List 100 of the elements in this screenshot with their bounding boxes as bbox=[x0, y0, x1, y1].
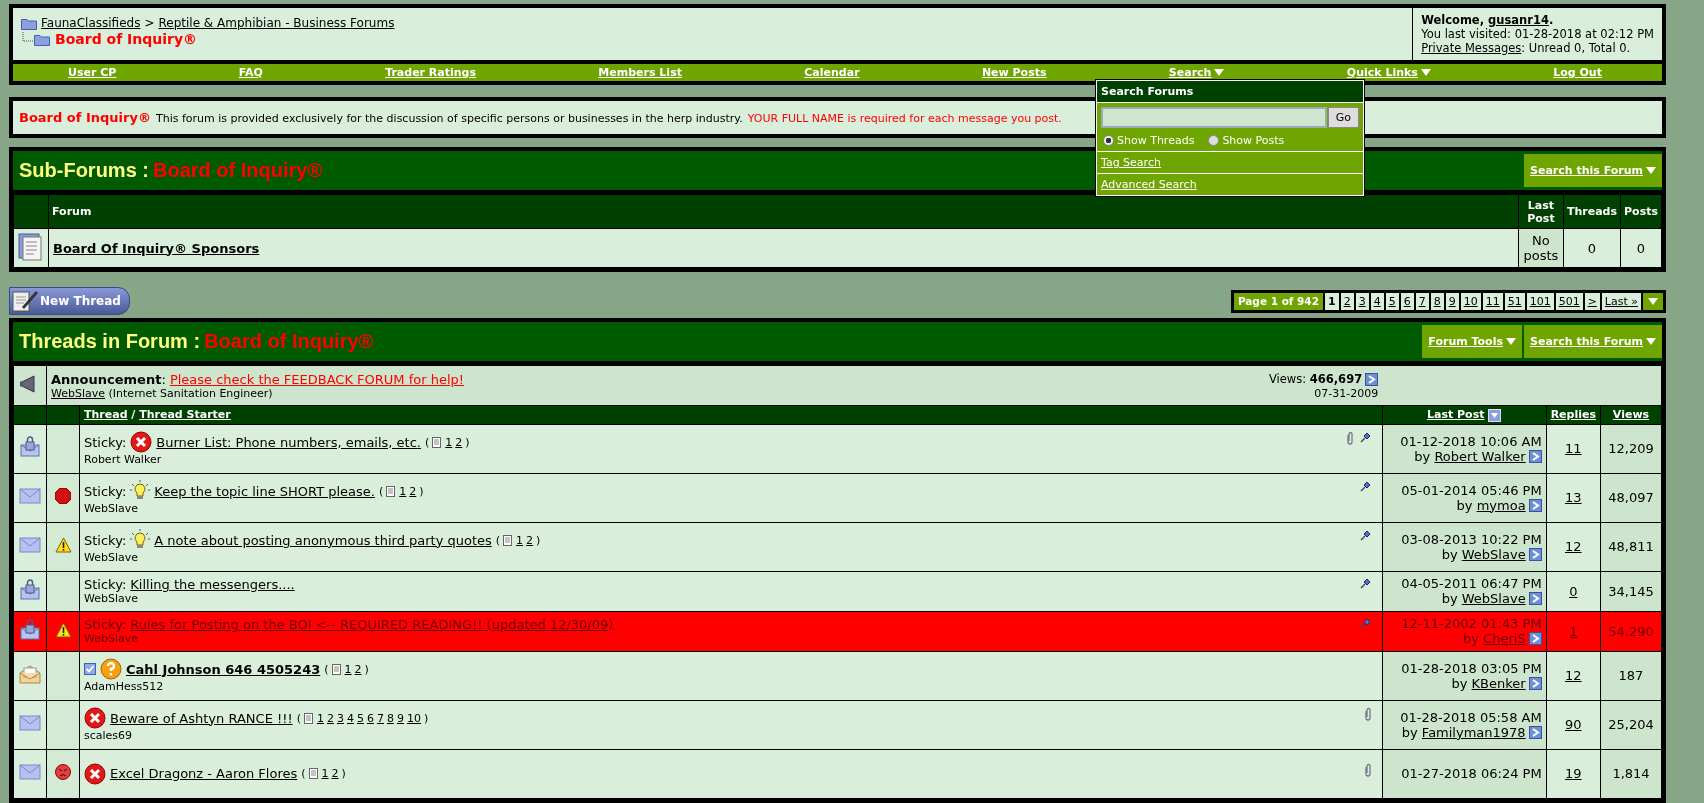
last-post-author: by Robert Walker bbox=[1414, 448, 1526, 464]
go-to-post-icon[interactable] bbox=[1528, 498, 1542, 512]
go-to-post-icon[interactable] bbox=[1528, 676, 1542, 690]
thread-page-link[interactable]: 2 bbox=[526, 533, 534, 547]
page-link[interactable]: > bbox=[1584, 292, 1600, 310]
user-link[interactable]: Familyman1978 bbox=[1421, 724, 1526, 740]
last-post-date: 01-12-2018 10:06 AM bbox=[1399, 433, 1542, 449]
thread-page-link[interactable]: 2 bbox=[455, 435, 463, 449]
breadcrumb-link[interactable]: Reptile & Amphibian - Business Forums bbox=[158, 16, 395, 30]
page-link[interactable]: 9 bbox=[1445, 292, 1459, 310]
thread-page-link[interactable]: 1 bbox=[445, 435, 453, 449]
page-link[interactable]: 1 bbox=[1325, 292, 1339, 310]
sticky-label: Sticky: bbox=[84, 483, 127, 499]
page-link[interactable]: 7 bbox=[1415, 292, 1429, 310]
sort-link[interactable]: Thread Starter bbox=[139, 408, 231, 422]
subforum-link[interactable]: Board Of Inquiry® Sponsors bbox=[53, 240, 260, 256]
username-link[interactable]: gusanr14 bbox=[1488, 13, 1549, 27]
go-to-post-icon[interactable] bbox=[1528, 592, 1542, 605]
thread-title-link[interactable]: Beware of Ashtyn RANCE !!! bbox=[110, 710, 293, 726]
go-to-post-icon[interactable] bbox=[1528, 725, 1542, 739]
thread-starter: WebSlave bbox=[84, 632, 140, 645]
page-menu-button[interactable] bbox=[1643, 292, 1663, 310]
breadcrumb-link[interactable]: FaunaClassifieds bbox=[41, 16, 141, 30]
thread-title-link[interactable]: Keep the topic line SHORT please. bbox=[154, 483, 375, 499]
table-cell: 0 bbox=[1620, 228, 1662, 268]
thread-page-link[interactable]: 1 bbox=[344, 662, 352, 676]
go-to-post-icon[interactable] bbox=[1528, 449, 1542, 463]
go-to-post-icon[interactable] bbox=[1528, 547, 1542, 561]
user-link[interactable]: KBenker bbox=[1471, 675, 1526, 691]
last-post-date: 03-08-2013 10:22 PM bbox=[1400, 531, 1542, 547]
page-link[interactable]: 3 bbox=[1355, 292, 1369, 310]
multipage-icon bbox=[432, 436, 443, 448]
reply-count-link[interactable]: 11 bbox=[1565, 441, 1582, 456]
thread-page-link[interactable]: 2 bbox=[354, 662, 362, 676]
search-field[interactable] bbox=[1101, 107, 1327, 128]
views-text: Views: 466,697 bbox=[1268, 372, 1363, 386]
radio-button[interactable] bbox=[1103, 135, 1114, 146]
thread-page-link[interactable]: 7 bbox=[376, 711, 384, 725]
page-link[interactable]: 11 bbox=[1482, 292, 1503, 310]
thread-page-link[interactable]: 1 bbox=[399, 484, 407, 498]
private-messages-text: Private Messages: Unread 0, Total 0. bbox=[1421, 41, 1632, 55]
go-to-post-icon[interactable] bbox=[1528, 632, 1542, 645]
bracket-text: ) bbox=[423, 711, 429, 725]
page-link[interactable]: 10 bbox=[1460, 292, 1481, 310]
reply-count-link[interactable]: 13 bbox=[1565, 490, 1582, 505]
views-cell: 187 bbox=[1600, 651, 1662, 700]
column-header: Posts bbox=[1620, 194, 1662, 229]
page-link[interactable]: 501 bbox=[1555, 292, 1583, 310]
thread-page-link[interactable]: 1 bbox=[321, 767, 329, 780]
thread-page-link[interactable]: 5 bbox=[356, 711, 364, 725]
user-link[interactable]: WebSlave bbox=[1461, 546, 1526, 562]
thread-title-link[interactable]: Killing the messengers.... bbox=[130, 577, 295, 592]
go-to-post-icon[interactable] bbox=[1365, 372, 1379, 386]
page-link[interactable]: 2 bbox=[1340, 292, 1354, 310]
sort-link[interactable]: Thread bbox=[84, 408, 128, 422]
thread-page-link[interactable]: 6 bbox=[366, 711, 374, 725]
radio-button[interactable] bbox=[1208, 135, 1220, 146]
page-link[interactable]: 6 bbox=[1400, 292, 1414, 310]
multipage-icon bbox=[503, 534, 514, 546]
thread-title-link[interactable]: Cahl Johnson 646 4505243 bbox=[126, 661, 321, 677]
page-link[interactable]: 51 bbox=[1504, 292, 1525, 310]
thread-title-link[interactable]: Excel Dragonz - Aaron Flores bbox=[110, 766, 298, 781]
thread-page-link[interactable]: 1 bbox=[316, 711, 324, 725]
page-link[interactable]: 5 bbox=[1385, 292, 1399, 310]
reply-count-link[interactable]: 0 bbox=[1569, 583, 1578, 599]
reply-count-link[interactable]: 12 bbox=[1565, 668, 1582, 683]
author-link[interactable]: WebSlave bbox=[51, 386, 106, 400]
views-cell: 48,097 bbox=[1600, 473, 1662, 522]
new-thread-button[interactable]: New Thread bbox=[9, 287, 130, 315]
bracket-text: ( bbox=[379, 484, 384, 498]
page-link[interactable]: 101 bbox=[1526, 292, 1554, 310]
reply-count-link[interactable]: 90 bbox=[1565, 717, 1582, 732]
user-link[interactable]: mymoa bbox=[1476, 497, 1526, 513]
thread-page-link[interactable]: 10 bbox=[406, 711, 421, 725]
sticky-label: Sticky: bbox=[84, 577, 127, 592]
sort-icon[interactable] bbox=[1488, 408, 1502, 422]
page-link[interactable]: 4 bbox=[1370, 292, 1384, 310]
thread-page-link[interactable]: 9 bbox=[396, 711, 404, 725]
column-header: Forum bbox=[48, 194, 1519, 229]
last-post-date: 01-27-2018 06:24 PM bbox=[1400, 766, 1542, 781]
thread-page-link[interactable]: 1 bbox=[516, 533, 524, 547]
thread-page-link[interactable]: 4 bbox=[346, 711, 354, 725]
reply-count-link[interactable]: 19 bbox=[1565, 766, 1582, 781]
thread-page-link[interactable]: 2 bbox=[409, 484, 417, 498]
sticky-label: Sticky: bbox=[84, 617, 127, 632]
user-link[interactable]: WebSlave bbox=[1461, 591, 1526, 606]
thread-page-link[interactable]: 2 bbox=[326, 711, 334, 725]
thread-page-link[interactable]: 2 bbox=[331, 767, 339, 780]
open-folder-icon bbox=[21, 32, 51, 46]
thread-title-link[interactable]: Burner List: Phone numbers, emails, etc. bbox=[156, 434, 421, 450]
page-link[interactable]: 8 bbox=[1430, 292, 1444, 310]
description-title: Board of Inquiry® bbox=[19, 110, 151, 125]
thread-page-link[interactable]: 8 bbox=[386, 711, 394, 725]
user-link[interactable]: Robert Walker bbox=[1434, 448, 1526, 464]
thread-page-link[interactable]: 3 bbox=[336, 711, 344, 725]
caret-icon bbox=[1648, 297, 1658, 305]
reply-count-link[interactable]: 12 bbox=[1565, 539, 1582, 554]
page-link[interactable]: Last » bbox=[1601, 292, 1641, 310]
thread-title-link[interactable]: A note about posting anonymous third party quotes bbox=[154, 532, 492, 548]
go-button[interactable]: Go bbox=[1327, 107, 1359, 128]
